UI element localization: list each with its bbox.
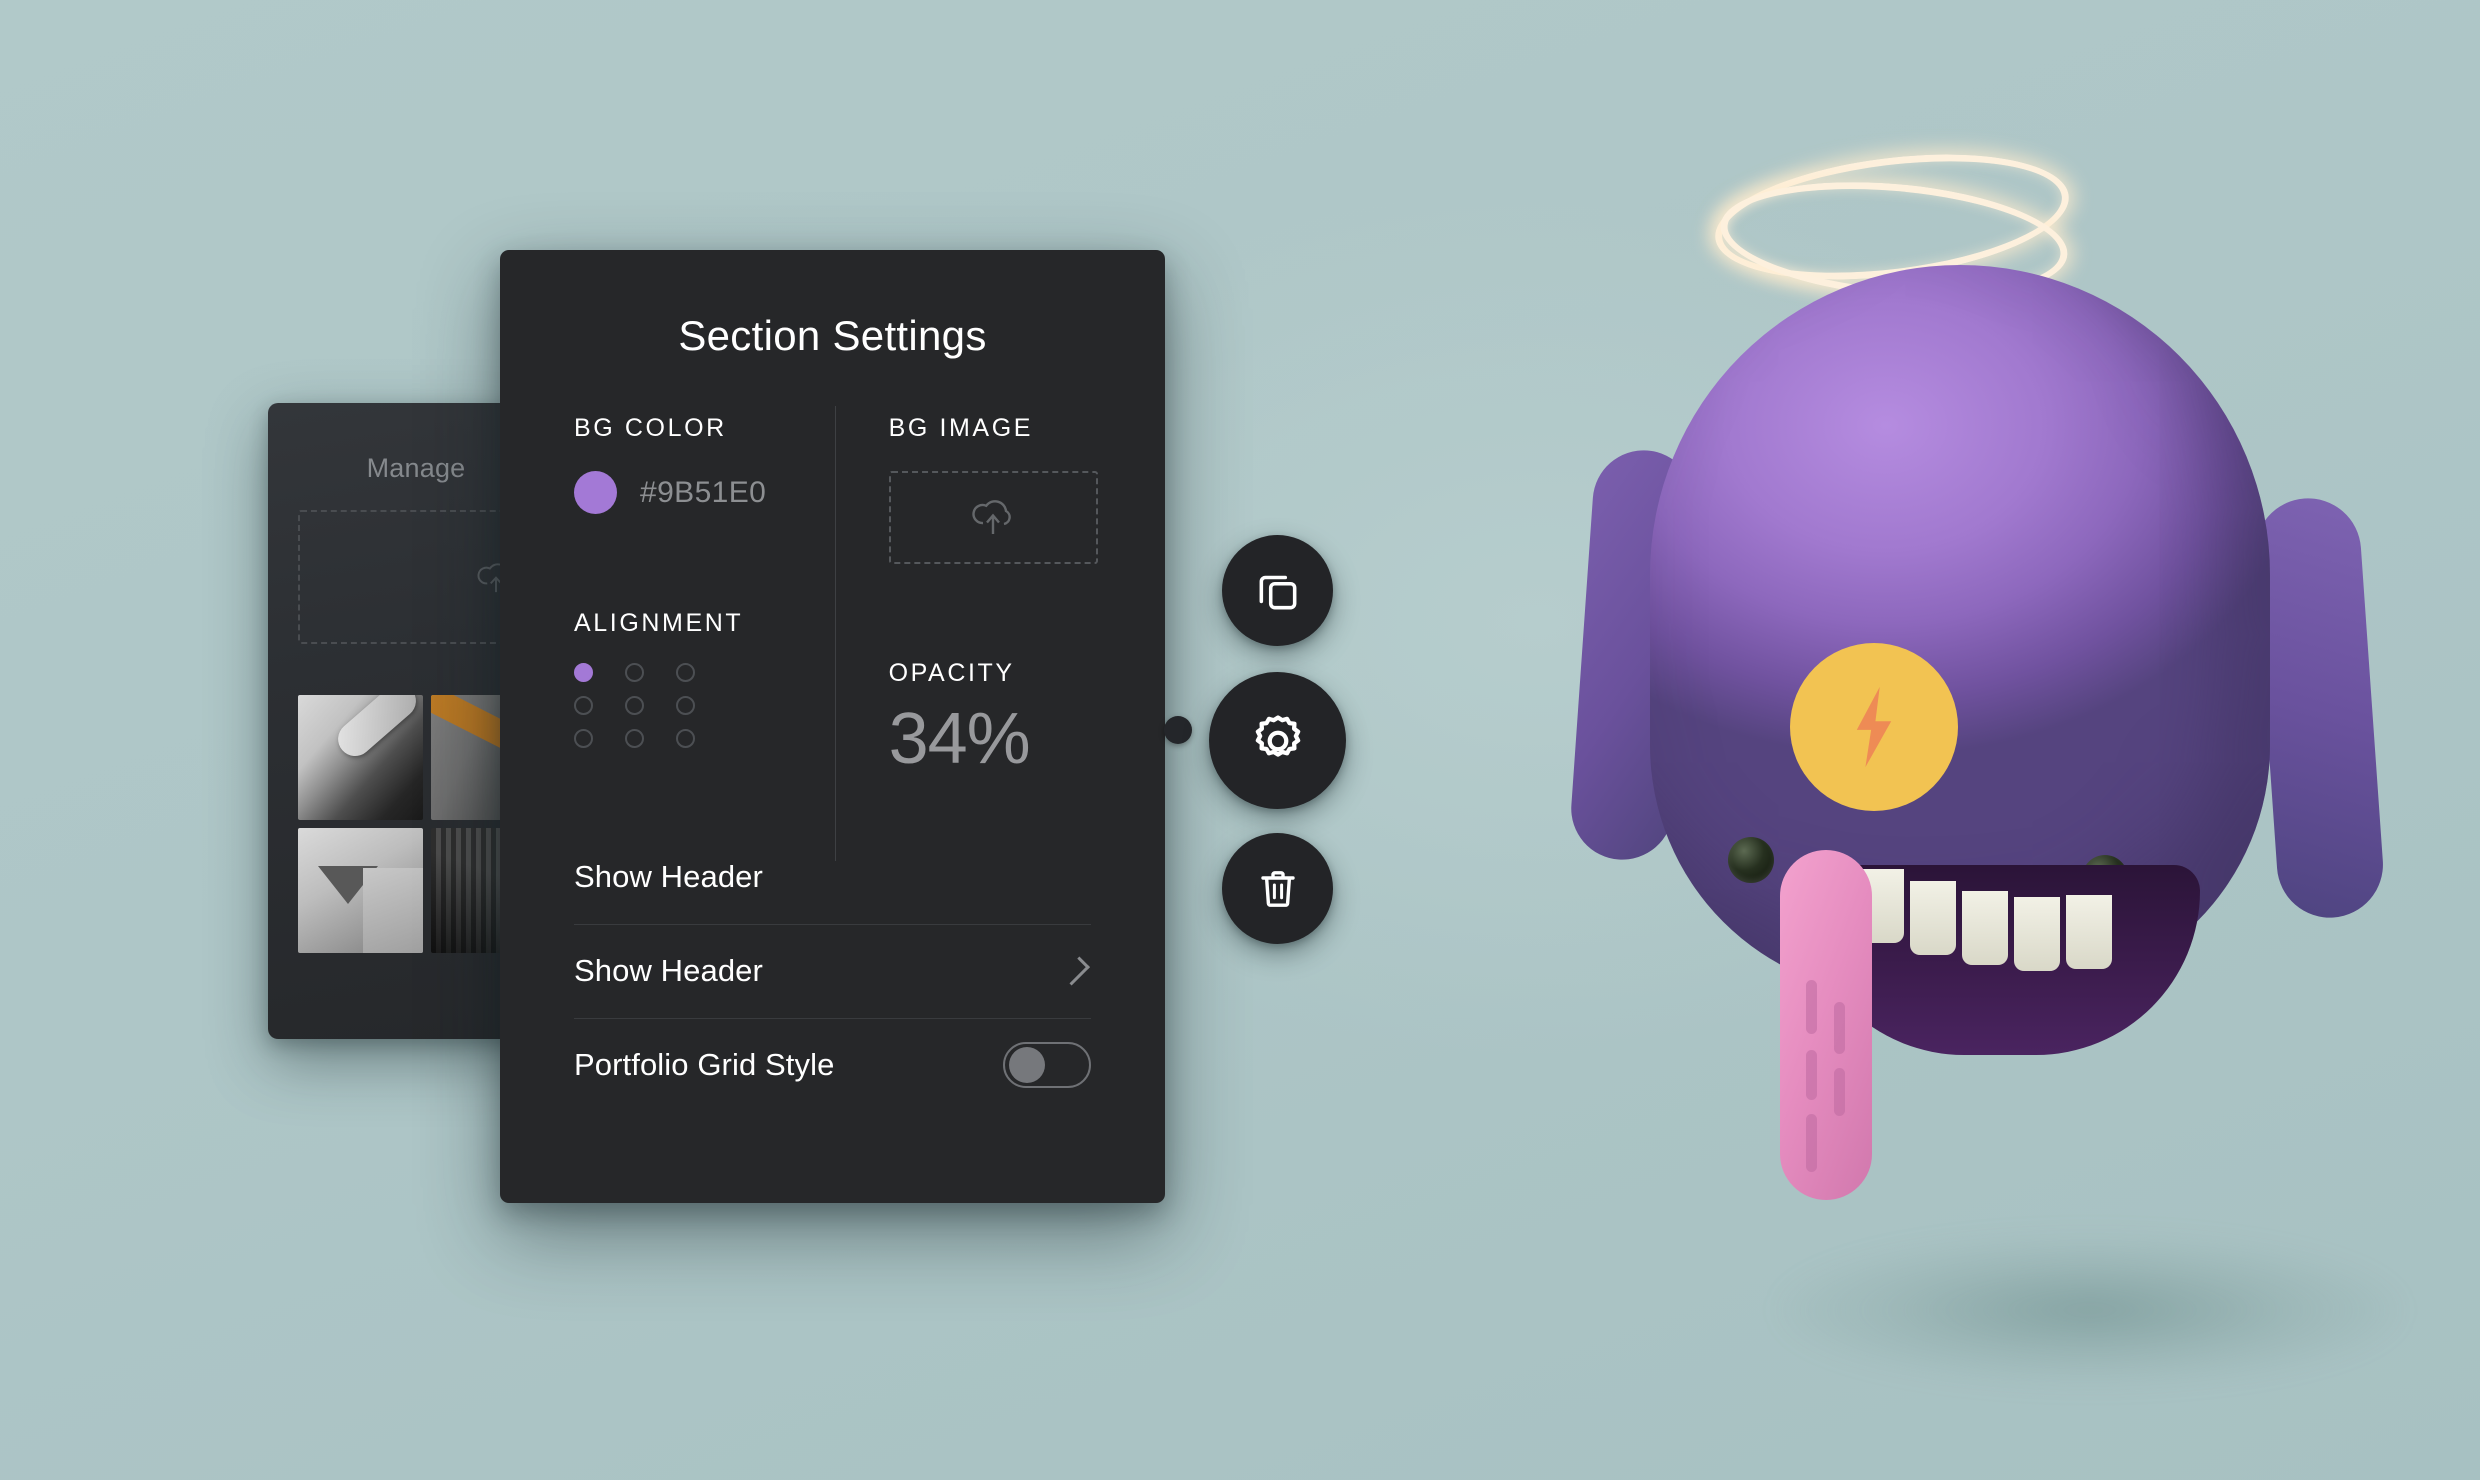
opacity-block: OPACITY 34% [889,659,1165,778]
alignment-cell-bottom-left[interactable] [574,729,593,748]
settings-row-show-header-1[interactable]: Show Header [574,830,1091,924]
mascot-tooth [1910,881,1956,955]
bg-color-picker[interactable]: #9B51E0 [574,471,833,514]
settings-row-show-header-2[interactable]: Show Header [574,923,1091,1018]
lightning-badge [1790,643,1958,811]
alignment-label: ALIGNMENT [574,609,744,637]
alignment-cell-bottom-right[interactable] [676,729,695,748]
alignment-cell-middle-center[interactable] [625,696,644,715]
mascot-tooth [1962,891,2008,965]
trash-icon [1260,870,1295,907]
settings-row-portfolio-grid-style[interactable]: Portfolio Grid Style [574,1017,1091,1112]
thumbnail-1[interactable] [298,695,423,820]
delete-button[interactable] [1222,833,1333,944]
settings-fields-area: BG COLOR #9B51E0 ALIGNMENT BG IMAGE OPAC… [500,406,1165,861]
row-label: Portfolio Grid Style [574,1047,835,1083]
mascot-eye-left [1728,837,1774,883]
thumbnail-3[interactable] [298,828,423,953]
alignment-cell-top-right[interactable] [676,663,695,682]
lightning-bolt-icon [1856,686,1892,768]
background-manage-panel[interactable]: Manage [268,403,536,1039]
color-hex-value[interactable]: #9B51E0 [640,476,766,510]
row-label: Show Header [574,953,763,989]
left-field-column: BG COLOR #9B51E0 ALIGNMENT [500,414,833,778]
gear-icon [1255,714,1300,757]
purple-mascot-character [1567,136,2390,1270]
alignment-cell-middle-left[interactable] [574,696,593,715]
chevron-right-icon[interactable] [1061,956,1090,986]
right-field-column: BG IMAGE OPACITY 34% [833,414,1165,778]
section-settings-panel: Section Settings BG COLOR #9B51E0 ALIGNM… [500,250,1165,1203]
settings-rows: Show Header Show Header Portfolio Grid S… [500,830,1165,1112]
mascot-tooth [2014,897,2060,971]
page-title: Section Settings [678,312,987,359]
alignment-cell-middle-right[interactable] [676,696,695,715]
toggle-knob [1009,1047,1045,1084]
mascot-head [1650,265,2270,1055]
mascot-tongue [1780,850,1872,1200]
mascot-arm-right [2251,494,2387,922]
panel-connector-dot[interactable] [1164,716,1192,744]
alignment-cell-top-center[interactable] [625,663,644,682]
cloud-upload-icon [972,499,1011,534]
color-swatch[interactable] [574,471,617,514]
bg-image-label: BG IMAGE [888,414,1034,442]
alignment-cell-bottom-center[interactable] [625,729,644,748]
portfolio-grid-style-toggle[interactable] [1003,1042,1091,1089]
duplicate-button[interactable] [1222,535,1333,646]
opacity-label: OPACITY [888,659,1015,687]
bg-color-label: BG COLOR [574,414,727,442]
opacity-value[interactable]: 34% [889,701,1165,778]
alignment-block: ALIGNMENT [574,609,833,762]
mascot-tooth [2066,895,2112,969]
alignment-grid[interactable] [574,663,833,762]
row-label: Show Header [574,858,763,894]
duplicate-icon [1259,575,1296,609]
bg-image-upload-dropzone[interactable] [888,471,1098,564]
alignment-cell-top-left[interactable] [574,663,593,682]
column-divider [835,406,836,861]
settings-button[interactable] [1209,672,1346,809]
